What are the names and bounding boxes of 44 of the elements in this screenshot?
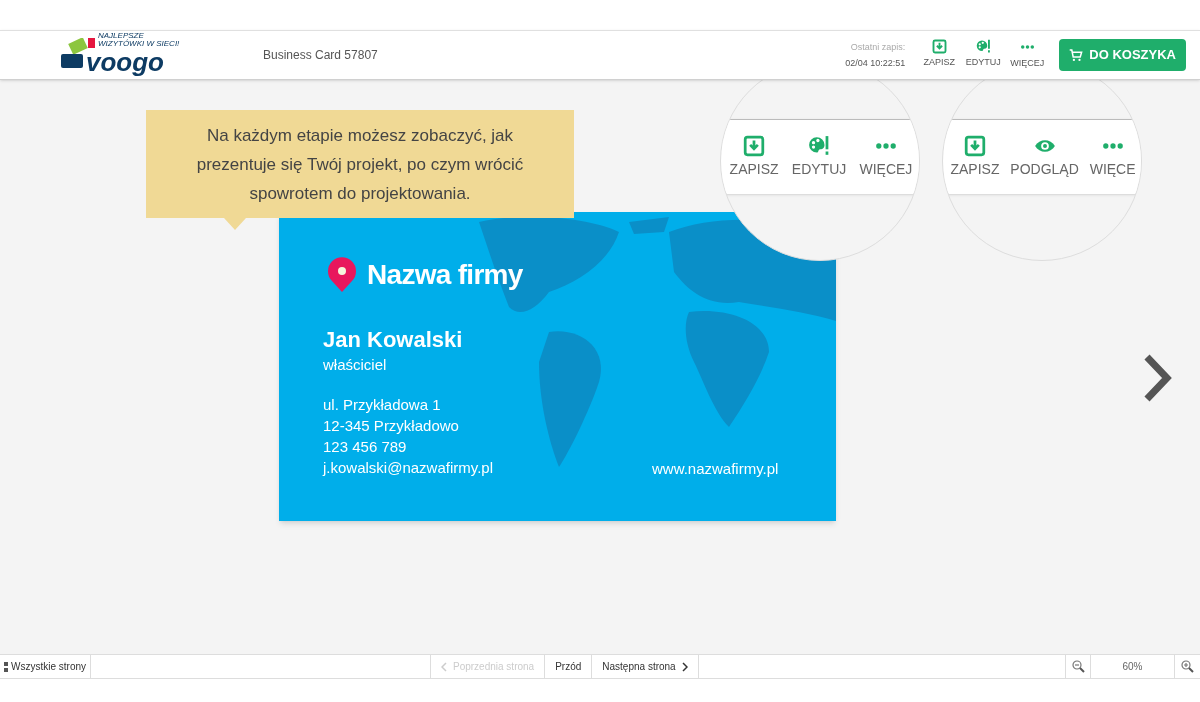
toolbar-button[interactable]: EDYTUJ	[965, 39, 1002, 71]
toolbar-button[interactable]: EDYTUJ	[791, 134, 847, 180]
toolbar-button[interactable]: ZAPISZ	[921, 39, 958, 71]
palette-icon	[808, 134, 831, 157]
save-icon	[743, 134, 766, 157]
last-save-time: 02/04 10:22:51	[845, 57, 906, 70]
contact-line: 12-345 Przykładowo	[323, 416, 460, 436]
chevron-right-icon	[681, 661, 688, 672]
company-name: Nazwa firmy	[367, 258, 523, 292]
toolbar-button[interactable]: WIĘCEJ	[859, 134, 913, 180]
toolbar-button[interactable]: PODGLĄD	[1010, 134, 1079, 180]
more-icon	[1019, 45, 1035, 50]
zoom-out-icon	[1071, 660, 1085, 673]
chevron-right-icon	[1142, 353, 1172, 403]
next-page-button[interactable]: Następna strona	[591, 655, 698, 678]
zoom-level: 60%	[1090, 655, 1175, 678]
zoom-in-icon	[1181, 660, 1194, 673]
contact-line: j.kowalski@nazwafirmy.pl	[323, 458, 493, 478]
cart-icon	[1069, 48, 1084, 62]
front-side-button[interactable]: Przód	[544, 655, 592, 678]
job-title: właściciel	[323, 355, 388, 375]
last-save-label: Ostatni zapis:	[850, 41, 906, 54]
more-icon	[874, 142, 897, 149]
logo-tagline: NAJLEPSZE WIZYTÓWKI W SIECI!	[98, 32, 182, 48]
tooltip-text: Na każdym etapie możesz zobaczyć, jak prezentuje się Twój projekt, po czym wrócić spowrotem do projektowania.	[195, 124, 525, 205]
save-icon	[963, 134, 986, 157]
person-name: Jan Kowalski	[323, 326, 464, 354]
pages-icon	[4, 661, 8, 672]
save-icon	[931, 39, 947, 55]
toolbar-button[interactable]: ZAPISZ	[729, 134, 779, 180]
toolbar-button[interactable]: ZAPISZ	[950, 134, 1000, 180]
contact-line: 123 456 789	[323, 437, 408, 457]
voogo-logo[interactable]: NAJLEPSZE WIZYTÓWKI W SIECI! voogo	[60, 32, 182, 78]
toolbar-button[interactable]: WIĘCEJ	[1009, 39, 1046, 71]
contact-line: ul. Przykładowa 1	[323, 395, 442, 415]
more-icon	[1101, 142, 1124, 149]
logo-wordmark: voogo	[86, 48, 164, 76]
chevron-left-icon	[441, 661, 447, 672]
website-text: www.nazwafirmy.pl	[652, 459, 779, 479]
palette-icon	[975, 39, 991, 55]
project-title: Business Card 57807	[263, 47, 378, 64]
toolbar-button[interactable]: WIĘCE	[1089, 134, 1136, 180]
all-pages-button[interactable]: Wszystkie strony	[0, 655, 91, 678]
map-pin-icon	[327, 257, 357, 293]
